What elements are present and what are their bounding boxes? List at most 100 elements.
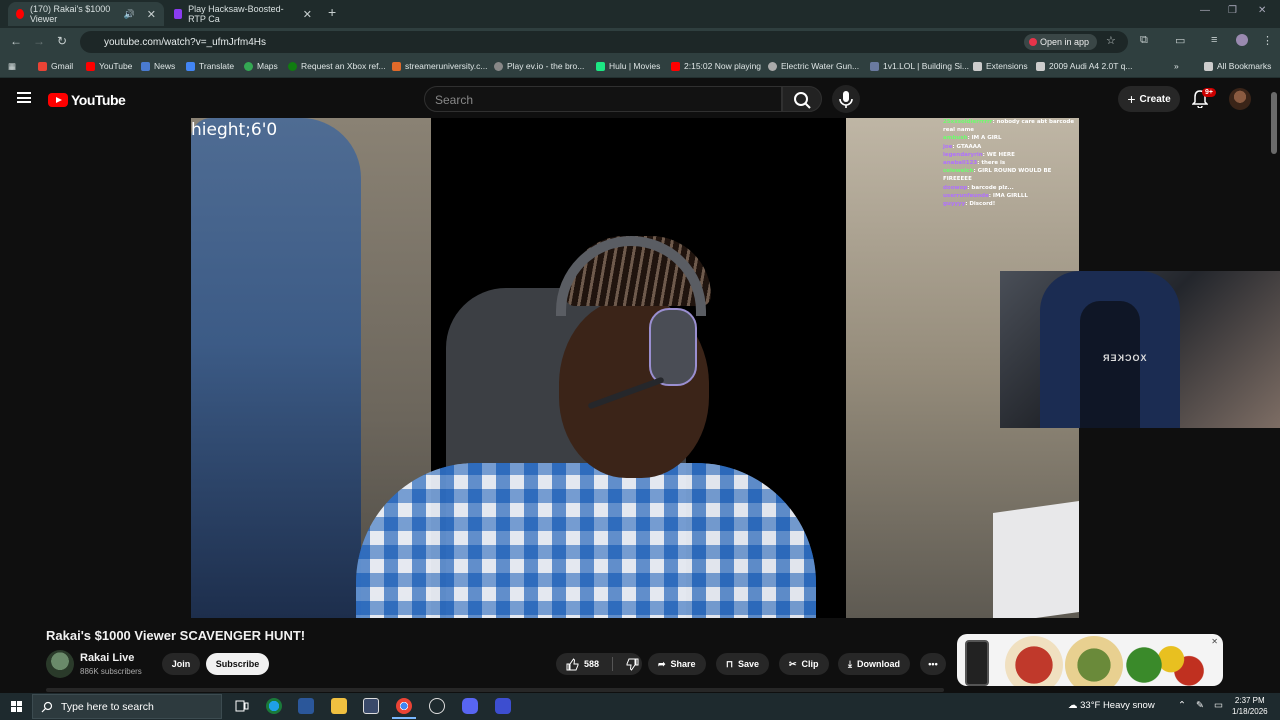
comment-bar: [46, 688, 944, 692]
youtube-icon: [86, 61, 95, 71]
account-avatar[interactable]: [1229, 88, 1251, 110]
restore-icon[interactable]: ❐: [1228, 5, 1237, 16]
weather-widget[interactable]: ☁ 33°F Heavy snow: [1068, 700, 1155, 711]
bookmark-star-icon[interactable]: ☆: [1106, 34, 1116, 47]
app-circle-icon[interactable]: [429, 698, 445, 714]
bookmark-hulu[interactable]: Hulu | Movies: [596, 61, 660, 71]
youtube-logo[interactable]: YouTube: [48, 92, 126, 108]
subscribe-button[interactable]: Subscribe: [206, 653, 269, 675]
tab-hacksaw[interactable]: Play Hacksaw-Boosted-RTP Ca ✕: [166, 2, 320, 26]
minimize-icon[interactable]: —: [1200, 5, 1210, 16]
discord-icon[interactable]: [462, 698, 478, 714]
store-icon[interactable]: [363, 698, 379, 714]
app-icon[interactable]: [495, 698, 511, 714]
reload-icon[interactable]: ↻: [57, 34, 67, 48]
chat-message: 25xxsoldierrrrrr: nobody care abt barcod…: [943, 119, 1075, 134]
taskbar-search[interactable]: Type here to search: [32, 694, 222, 719]
chat-message: guyyyy: Discord!: [943, 201, 996, 208]
all-bookmarks[interactable]: All Bookmarks: [1204, 61, 1271, 71]
close-tab-icon[interactable]: ✕: [303, 8, 312, 21]
pip-chair-logo: XOCKER: [1102, 353, 1147, 363]
tray-chevron-icon[interactable]: ⌃: [1178, 700, 1186, 711]
tab-youtube[interactable]: (170) Rakai's $1000 Viewer 🔊 ✕: [8, 2, 164, 26]
bookmark-maps[interactable]: Maps: [244, 61, 278, 71]
search-button[interactable]: [782, 86, 822, 112]
video-scene-person-hoodie: [191, 118, 361, 618]
bookmark-xbox[interactable]: Request an Xbox ref...: [288, 61, 386, 71]
bookmark-1v1lol[interactable]: 1v1.LOL | Building Si...: [870, 61, 969, 71]
video-title: Rakai's $1000 Viewer SCAVENGER HUNT!: [46, 628, 306, 643]
dislike-button[interactable]: [618, 653, 639, 675]
close-window-icon[interactable]: ✕: [1258, 5, 1266, 16]
join-button[interactable]: Join: [162, 653, 200, 675]
bookmark-label: streameruniversity.c...: [405, 61, 488, 71]
bookmark-news[interactable]: News: [141, 61, 175, 71]
download-button[interactable]: ⤓ Download: [838, 653, 910, 675]
bookmark-streameruniversity[interactable]: streameruniversity.c...: [392, 61, 488, 71]
chat-user: joe: [943, 143, 953, 150]
profile-icon[interactable]: [1236, 34, 1248, 46]
edge-browser-icon[interactable]: [266, 698, 282, 714]
bookmark-translate[interactable]: Translate: [186, 61, 234, 71]
chat-text: Discord!: [969, 201, 996, 208]
bookmark-youtube[interactable]: YouTube: [86, 61, 132, 71]
extensions-icon[interactable]: ⧉: [1140, 34, 1148, 47]
youtube-icon: [671, 61, 680, 71]
bookmark-label: 2:15:02 Now playing: [684, 61, 762, 71]
bookmarks-bar: ▦ Gmail YouTube News Translate Maps Requ…: [0, 56, 1280, 78]
search-input[interactable]: Search: [424, 86, 782, 112]
close-ad-icon[interactable]: ✕: [1211, 637, 1218, 646]
media-icon[interactable]: ≡: [1211, 34, 1217, 46]
pen-icon[interactable]: ✎: [1196, 700, 1204, 711]
channel-name[interactable]: Rakai Live: [80, 652, 134, 664]
stream-chat-overlay: 25xxsoldierrrrrr: nobody care abt barcod…: [943, 118, 1079, 208]
bookmark-now-playing[interactable]: 2:15:02 Now playing: [671, 61, 761, 71]
address-bar[interactable]: youtube.com/watch?v=_ufmJrfm4Hs: [80, 31, 1128, 53]
menu-dots-icon[interactable]: ⋮: [1262, 34, 1273, 47]
clock-time: 2:37 PM: [1234, 696, 1265, 705]
bookmark-water-gun[interactable]: Electric Water Gun...: [768, 61, 859, 71]
search-icon: [41, 701, 53, 712]
word-icon[interactable]: [298, 698, 314, 714]
cast-icon[interactable]: ▭: [1175, 34, 1185, 47]
bookmark-audi[interactable]: 2009 Audi A4 2.0T q...: [1036, 61, 1133, 71]
ad-vegetables-image: [1117, 636, 1207, 686]
video-player[interactable]: hieght;6'0 25xxsoldierrrrrr: nobody care…: [191, 118, 1079, 618]
apps-icon[interactable]: ▦: [8, 61, 16, 72]
bookmark-label: Translate: [199, 61, 235, 71]
like-button[interactable]: 588: [556, 653, 599, 675]
close-tab-icon[interactable]: ✕: [147, 8, 156, 21]
sponsored-ad-banner[interactable]: ✕: [957, 634, 1223, 686]
page-scrollbar[interactable]: [1271, 92, 1277, 154]
voice-search-button[interactable]: [832, 85, 860, 113]
chrome-icon[interactable]: [392, 698, 416, 719]
file-explorer-icon[interactable]: [331, 698, 347, 714]
back-icon[interactable]: ←: [10, 34, 22, 48]
create-button[interactable]: + Create: [1118, 86, 1180, 112]
task-view-icon[interactable]: [234, 698, 250, 714]
keyboard-icon[interactable]: ▭: [1214, 700, 1223, 711]
maps-icon: [244, 61, 253, 71]
share-icon: ➦: [658, 658, 666, 669]
bookmark-gmail[interactable]: Gmail: [38, 61, 73, 71]
chat-user: doowop: [943, 184, 968, 191]
new-tab-button[interactable]: +: [328, 4, 336, 20]
hamburger-menu-icon[interactable]: [17, 92, 31, 103]
more-actions-button[interactable]: •••: [920, 653, 946, 675]
forward-icon[interactable]: →: [33, 34, 45, 48]
share-button[interactable]: ➦ Share: [648, 653, 706, 675]
clip-button[interactable]: ✂ Clip: [779, 653, 829, 675]
bookmark-label: 2009 Audi A4 2.0T q...: [1049, 61, 1133, 71]
more-bookmarks-icon[interactable]: »: [1174, 61, 1179, 71]
save-button[interactable]: ⊓ Save: [716, 653, 770, 675]
speaker-icon[interactable]: 🔊: [124, 9, 135, 20]
open-in-app-button[interactable]: Open in app: [1024, 34, 1098, 50]
scissors-icon: ✂: [789, 658, 797, 669]
windows-start-icon[interactable]: [11, 701, 22, 712]
site-icon: [392, 61, 401, 71]
bookmark-extensions[interactable]: Extensions: [973, 61, 1028, 71]
chat-text: barcode plz...: [971, 184, 1014, 191]
taskbar-clock[interactable]: 2:37 PM 1/18/2026: [1232, 695, 1268, 717]
channel-avatar[interactable]: [46, 650, 74, 678]
bookmark-evio[interactable]: Play ev.io - the bro...: [494, 61, 584, 71]
